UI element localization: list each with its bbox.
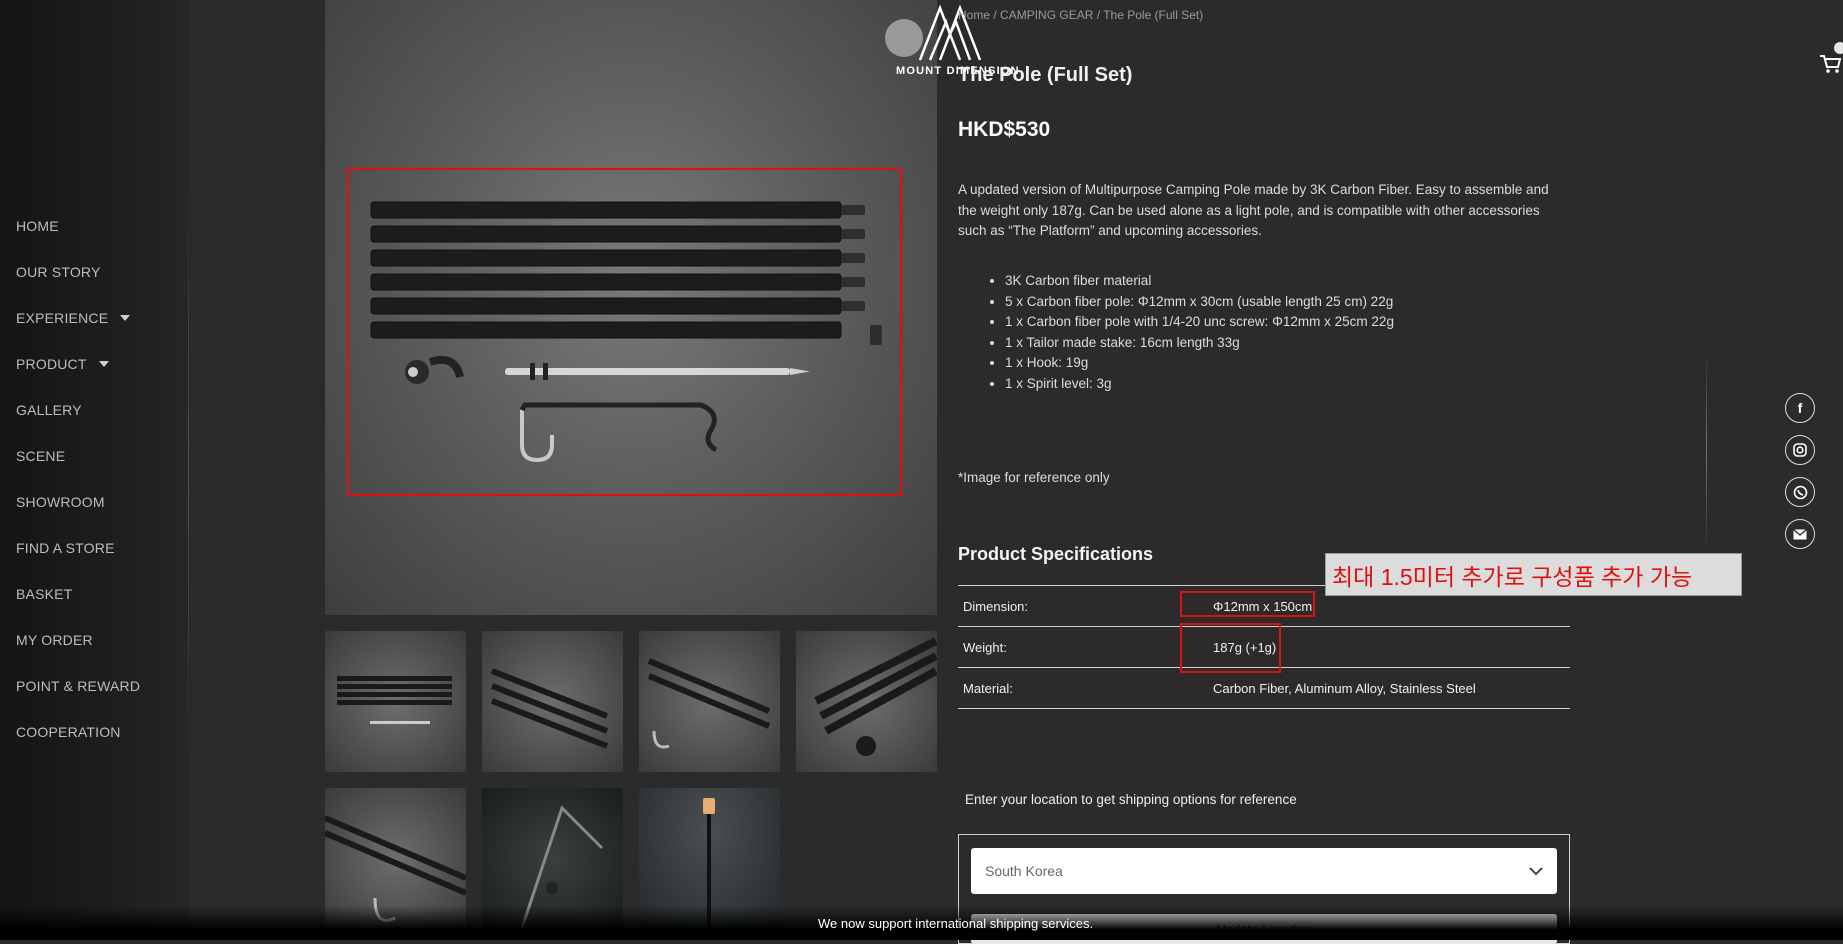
thumbnail-1[interactable]	[325, 631, 466, 772]
feature-item: 5 x Carbon fiber pole: Φ12mm x 30cm (usa…	[1005, 292, 1394, 313]
feature-item: 3K Carbon fiber material	[1005, 271, 1394, 292]
nav-item-my-order[interactable]: MY ORDER	[16, 617, 140, 663]
product-title: The Pole (Full Set)	[958, 64, 1133, 86]
nav-item-basket[interactable]: BASKET	[16, 571, 140, 617]
feature-item: 1 x Hook: 19g	[1005, 353, 1394, 374]
thumbnail-image	[337, 676, 452, 724]
caret-down-icon[interactable]	[98, 361, 109, 367]
whatsapp-glyph	[1793, 485, 1807, 499]
image-reference-note: *Image for reference only	[958, 470, 1110, 485]
nav-item-showroom[interactable]: SHOWROOM	[16, 479, 140, 525]
spec-value: Carbon Fiber, Aluminum Alloy, Stainless …	[1213, 680, 1476, 696]
dimension-highlight-box	[1180, 591, 1315, 617]
nav-item-cooperation[interactable]: COOPERATION	[16, 709, 140, 755]
product-description: A updated version of Multipurpose Campin…	[958, 182, 1549, 238]
main-nav: HOME OUR STORY EXPERIENCE PRODUCT GALLER…	[16, 203, 140, 755]
weight-highlight-box	[1180, 623, 1281, 673]
feature-list: 3K Carbon fiber material 5 x Carbon fibe…	[1005, 271, 1394, 395]
feature-item: 1 x Tailor made stake: 16cm length 33g	[1005, 333, 1394, 354]
decorative-line	[1706, 348, 1707, 553]
breadcrumb-current: The Pole (Full Set)	[1103, 8, 1204, 22]
sidebar: HOME OUR STORY EXPERIENCE PRODUCT GALLER…	[0, 0, 190, 940]
caret-down-icon[interactable]	[120, 315, 131, 321]
instagram-icon[interactable]	[1785, 435, 1815, 465]
nav-item-gallery[interactable]: GALLERY	[16, 387, 140, 433]
thumbnail-2[interactable]	[482, 631, 623, 772]
image-highlight-box	[347, 168, 902, 496]
email-icon[interactable]	[1785, 519, 1815, 549]
instagram-glyph	[1793, 443, 1807, 457]
chevron-down-icon	[1529, 866, 1543, 875]
facebook-icon[interactable]: f	[1785, 393, 1815, 423]
thumbnail-image	[490, 668, 609, 749]
thumbnail-image	[647, 658, 771, 749]
feature-item: 1 x Spirit level: 3g	[1005, 374, 1394, 395]
thumbnail-4[interactable]	[796, 631, 937, 772]
thumbnail-3[interactable]	[639, 631, 780, 772]
spec-key: Material:	[963, 680, 1013, 696]
nav-item-find-a-store[interactable]: FIND A STORE	[16, 525, 140, 571]
whatsapp-icon[interactable]	[1785, 477, 1815, 507]
breadcrumb-separator: /	[990, 8, 1001, 22]
breadcrumb-category[interactable]: CAMPING GEAR	[1000, 8, 1093, 22]
spec-key: Weight:	[963, 639, 1007, 655]
country-select-value: South Korea	[985, 863, 1063, 879]
annotation-callout: 최대 1.5미터 추가로 구성품 추가 가능	[1325, 553, 1742, 596]
nav-item-home[interactable]: HOME	[16, 203, 140, 249]
product-price: HKD$530	[958, 118, 1051, 141]
nav-item-our-story[interactable]: OUR STORY	[16, 249, 140, 295]
cart-icon[interactable]	[1818, 52, 1842, 76]
spec-title: Product Specifications	[958, 544, 1154, 564]
nav-item-point-reward[interactable]: POINT & REWARD	[16, 663, 140, 709]
nav-item-experience[interactable]: EXPERIENCE	[16, 295, 140, 341]
country-select[interactable]: South Korea	[971, 848, 1557, 894]
shipping-prompt: Enter your location to get shipping opti…	[965, 792, 1297, 807]
spec-key: Dimension:	[963, 598, 1029, 614]
breadcrumb: Home / CAMPING GEAR / The Pole (Full Set…	[958, 8, 1203, 22]
spec-row: Material: Carbon Fiber, Aluminum Alloy, …	[958, 667, 1570, 709]
nav-item-scene[interactable]: SCENE	[16, 433, 140, 479]
envelope-glyph	[1793, 528, 1807, 539]
sidebar-divider	[188, 190, 189, 750]
breadcrumb-separator: /	[1093, 8, 1104, 22]
cart-count-badge	[1834, 42, 1843, 54]
breadcrumb-home[interactable]: Home	[958, 8, 990, 22]
feature-item: 1 x Carbon fiber pole with 1/4-20 unc sc…	[1005, 312, 1394, 333]
shipping-banner: We now support international shipping se…	[818, 916, 1094, 931]
nav-item-product[interactable]: PRODUCT	[16, 341, 140, 387]
thumbnail-image	[814, 637, 937, 756]
